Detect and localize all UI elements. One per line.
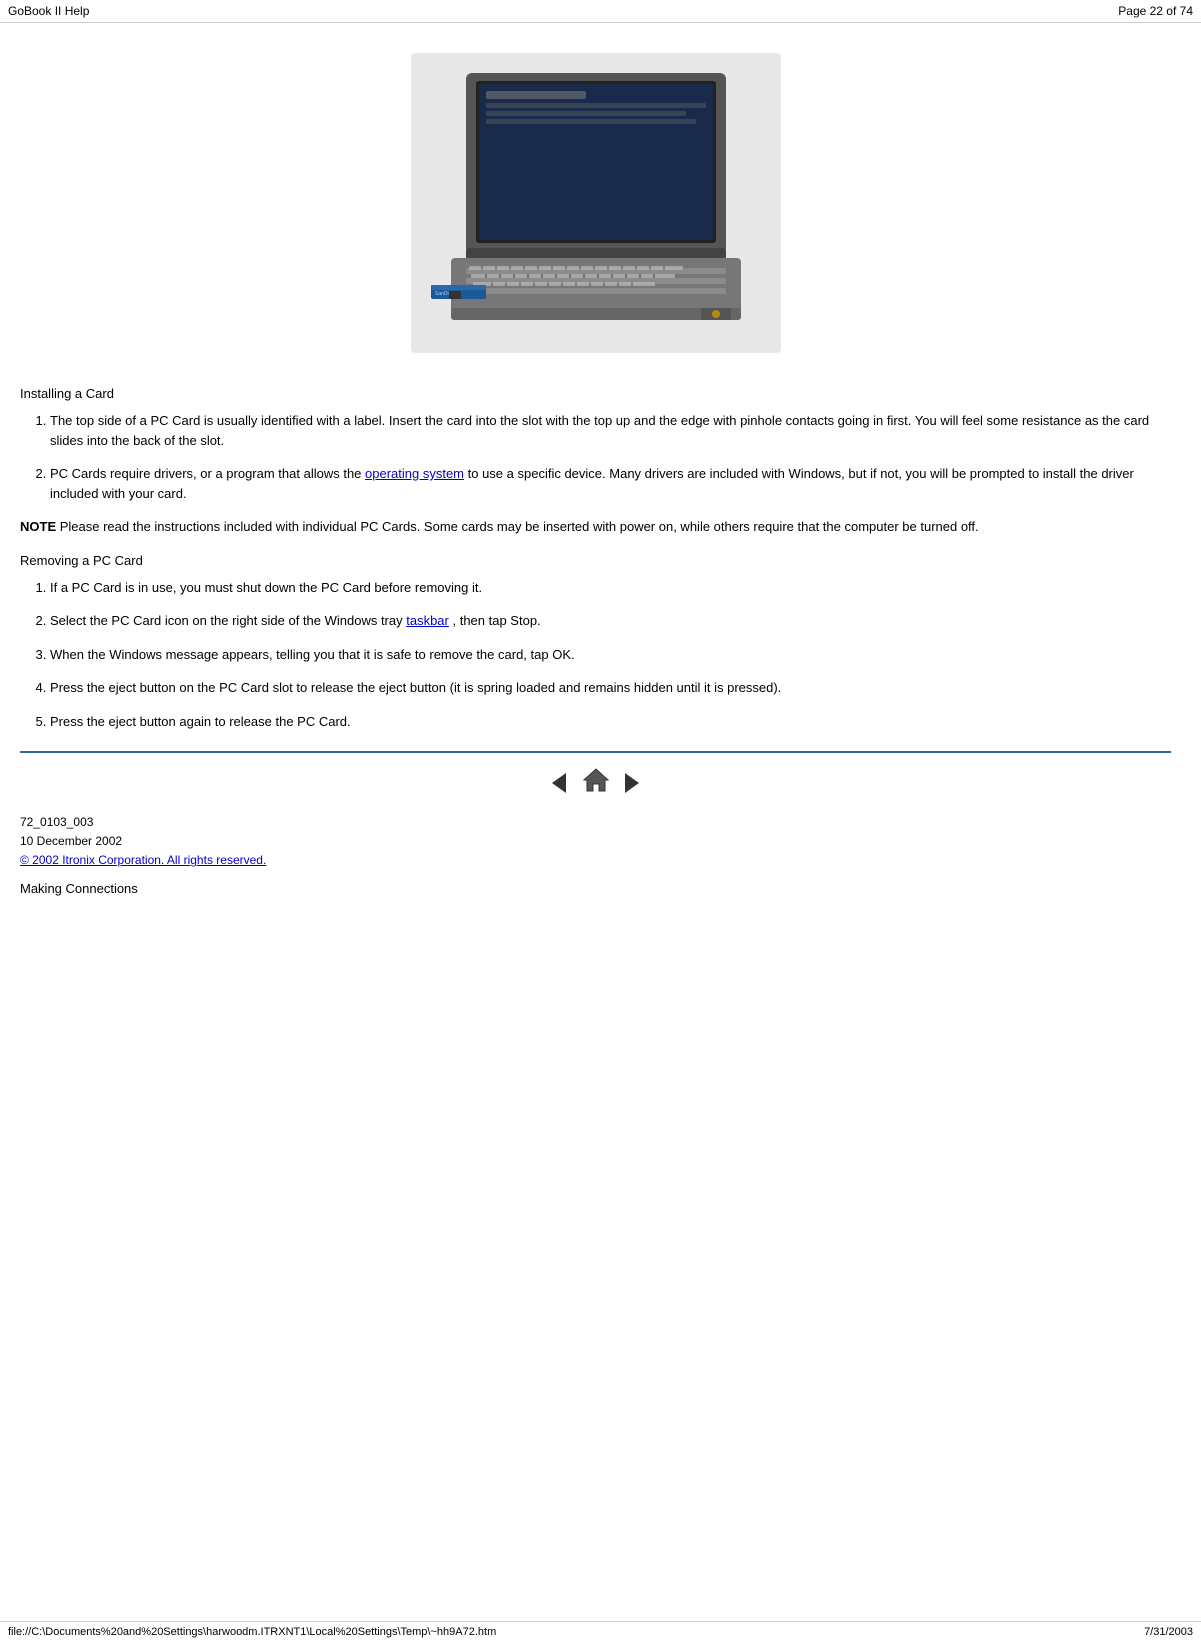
bottom-bar: file://C:\Documents%20and%20Settings\har… <box>0 1621 1201 1642</box>
note-label: NOTE <box>20 519 56 534</box>
removing-step-4: Press the eject button on the PC Card sl… <box>50 678 1171 698</box>
file-path: file://C:\Documents%20and%20Settings\har… <box>8 1626 496 1638</box>
nav-icons-container <box>20 767 1171 799</box>
note-text: Please read the instructions included wi… <box>56 519 979 534</box>
footer-info: 72_0103_003 10 December 2002 © 2002 Itro… <box>20 813 1171 871</box>
copyright-line: © 2002 Itronix Corporation. All rights r… <box>20 851 1171 870</box>
removing-step-1: If a PC Card is in use, you must shut do… <box>50 578 1171 598</box>
app-title: GoBook II Help <box>8 4 89 18</box>
removing-step-2-after: , then tap Stop. <box>449 613 541 628</box>
date-accessed: 7/31/2003 <box>1144 1626 1193 1638</box>
page-info: Page 22 of 74 <box>1118 4 1193 18</box>
laptop-image: SanDisk <box>411 53 781 353</box>
taskbar-link[interactable]: taskbar <box>406 613 449 628</box>
doc-id: 72_0103_003 <box>20 813 1171 832</box>
removing-step-3: When the Windows message appears, tellin… <box>50 645 1171 665</box>
removing-step-4-text: Press the eject button on the PC Card sl… <box>50 680 781 695</box>
installing-step-1: The top side of a PC Card is usually ide… <box>50 411 1171 450</box>
nav-next-button[interactable] <box>625 771 639 794</box>
content-area: SanDisk Installing a Card The top side o… <box>0 23 1201 906</box>
note-block: NOTE Please read the instructions includ… <box>20 517 1171 537</box>
removing-steps-list: If a PC Card is in use, you must shut do… <box>50 578 1171 732</box>
removing-step-5-text: Press the eject button again to release … <box>50 714 351 729</box>
nav-home-button[interactable] <box>582 767 610 799</box>
laptop-image-container: SanDisk <box>20 53 1171 356</box>
removing-step-3-text: When the Windows message appears, tellin… <box>50 647 575 662</box>
installing-step-1-text: The top side of a PC Card is usually ide… <box>50 413 1149 448</box>
installing-card-heading: Installing a Card <box>20 386 1171 401</box>
next-arrow-icon <box>625 773 639 793</box>
home-icon <box>582 767 610 793</box>
prev-arrow-icon <box>552 773 566 793</box>
operating-system-link[interactable]: operating system <box>365 466 464 481</box>
installing-step-2-before: PC Cards require drivers, or a program t… <box>50 466 365 481</box>
removing-step-2-before: Select the PC Card icon on the right sid… <box>50 613 406 628</box>
making-connections-text: Making Connections <box>20 881 1171 896</box>
nav-prev-button[interactable] <box>552 771 566 794</box>
removing-step-1-text: If a PC Card is in use, you must shut do… <box>50 580 482 595</box>
removing-step-2: Select the PC Card icon on the right sid… <box>50 611 1171 631</box>
section-divider <box>20 751 1171 753</box>
removing-step-5: Press the eject button again to release … <box>50 712 1171 732</box>
installing-step-2: PC Cards require drivers, or a program t… <box>50 464 1171 503</box>
doc-date: 10 December 2002 <box>20 832 1171 851</box>
removing-card-heading: Removing a PC Card <box>20 553 1171 568</box>
installing-steps-list: The top side of a PC Card is usually ide… <box>50 411 1171 503</box>
top-bar: GoBook II Help Page 22 of 74 <box>0 0 1201 23</box>
copyright-link[interactable]: © 2002 Itronix Corporation. All rights r… <box>20 853 266 867</box>
